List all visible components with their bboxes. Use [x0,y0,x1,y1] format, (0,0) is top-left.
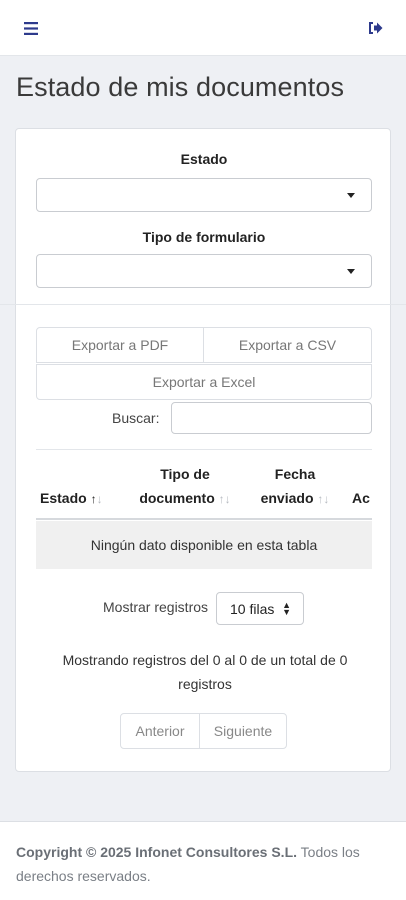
sort-descending-icon: ↓ [96,492,103,506]
column-header-fecha-enviado[interactable]: Fecha enviado ↑↓ [250,462,340,511]
copyright-text: Copyright © 2025 Infonet Consultores S.L… [16,844,298,860]
hamburger-menu-icon[interactable] [20,17,42,39]
sort-icon: ↑↓ [317,492,330,506]
table-info: Mostrando registros del 0 al 0 de un tot… [62,652,348,692]
select-updown-icon: ▲ ▼ [282,600,291,617]
table-empty-row: Ningún dato disponible en esta tabla [36,521,372,569]
top-navbar [0,0,406,56]
search-label: Buscar: [112,410,160,426]
tipo-formulario-label: Tipo de formulario [142,229,266,245]
length-label: Mostrar registros [103,599,209,615]
footer: Copyright © 2025 Infonet Consultores S.L… [0,822,406,900]
estado-select[interactable] [36,178,372,212]
column-header-tipo-documento[interactable]: Tipo de documento ↑↓ [130,462,240,511]
export-csv-button[interactable]: Exportar a CSV [203,327,372,363]
chevron-down-icon [347,269,355,274]
table-header-border [36,518,372,520]
page-title: Estado de mis documentos [16,72,345,102]
rows-per-page-value: 10 filas [230,600,275,617]
sort-icon: ↑↓ [218,492,231,506]
export-excel-button[interactable]: Exportar a Excel [36,364,372,400]
column-header-acciones[interactable]: Ac [352,486,372,510]
table-top-border [36,449,372,450]
sign-out-icon[interactable] [364,17,386,39]
column-header-estado[interactable]: Estado ↑↓ [40,486,120,511]
card-divider [0,304,406,305]
chevron-down-icon [347,193,355,198]
next-page-button[interactable]: Siguiente [199,713,287,749]
tipo-formulario-select[interactable] [36,254,372,288]
previous-page-button[interactable]: Anterior [120,713,200,749]
estado-label: Estado [180,151,228,167]
footer-text: Copyright © 2025 Infonet Consultores S.L… [16,840,386,888]
rows-per-page-select[interactable]: 10 filas ▲ ▼ [216,592,304,625]
search-input[interactable] [171,402,372,434]
export-pdf-button[interactable]: Exportar a PDF [36,327,204,363]
